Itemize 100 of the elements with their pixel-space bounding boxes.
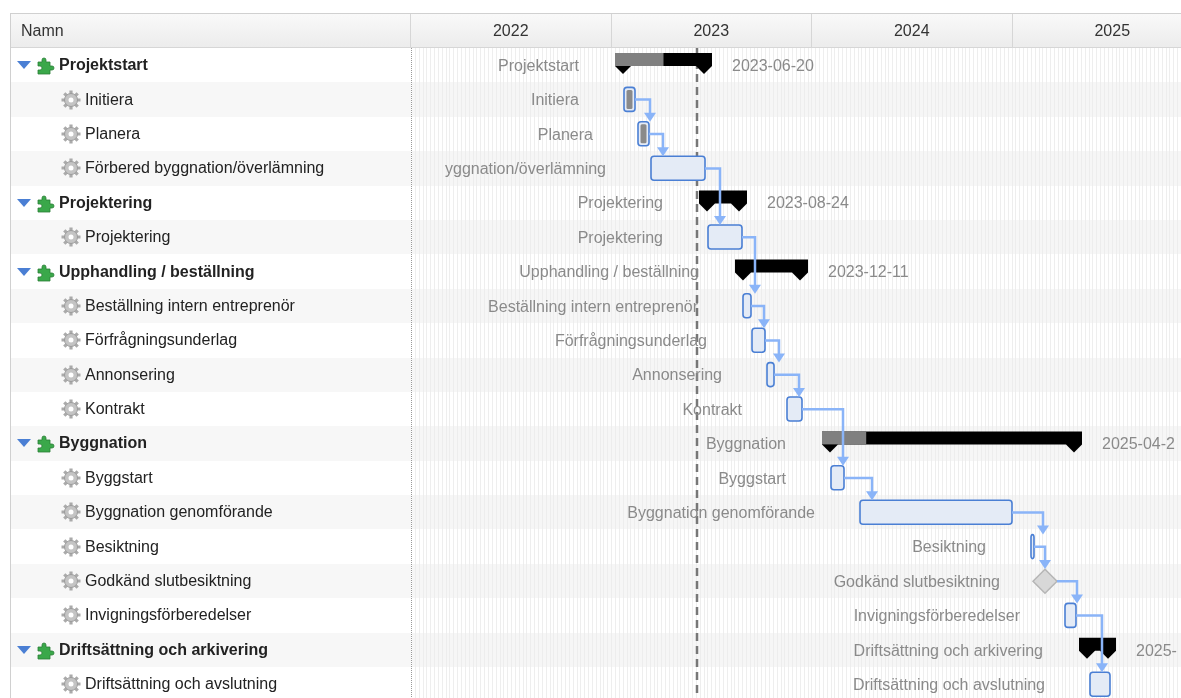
- task-bar[interactable]: [1064, 602, 1077, 629]
- dependency-arrow: [1076, 614, 1108, 673]
- task-name: Driftsättning och avslutning: [85, 675, 278, 694]
- bar-label: Besiktning: [912, 538, 986, 556]
- date-label: 2023-08-24: [767, 194, 849, 212]
- bar-label: Planera: [537, 125, 593, 143]
- task-name: Förfrågningsunderlag: [85, 331, 238, 350]
- dependency-arrow: [802, 407, 849, 466]
- bar-label: Beställning intern entreprenör: [488, 297, 698, 315]
- task-bar[interactable]: [859, 499, 1013, 525]
- date-label: 2023-06-20: [732, 56, 814, 74]
- dependency-arrow: [765, 339, 785, 363]
- group-name: Byggnation: [59, 434, 147, 453]
- puzzle-icon: [35, 192, 55, 213]
- task-bar[interactable]: [637, 121, 650, 147]
- dependency-arrow: [1057, 579, 1083, 604]
- bar-label: Byggnation genomförande: [627, 503, 815, 521]
- bar-label: Projektering: [577, 194, 663, 212]
- expand-icon[interactable]: [17, 197, 31, 208]
- year-header: 2025: [1094, 21, 1131, 40]
- dependency-arrow: [649, 132, 669, 157]
- summary-bar[interactable]: [699, 190, 747, 212]
- task-name: Invigningsförberedelser: [85, 606, 252, 625]
- bar-label: Driftsättning och arkivering: [853, 641, 1043, 659]
- group-name: Upphandling / beställning: [59, 262, 255, 281]
- bar-label: Initiera: [530, 91, 579, 109]
- group-name: Projektering: [59, 193, 153, 212]
- summary-bar[interactable]: [822, 431, 1082, 453]
- gear-icon: [61, 364, 81, 385]
- dependency-arrow: [1034, 545, 1051, 569]
- gear-icon: [61, 89, 81, 110]
- summary-bar[interactable]: [615, 53, 712, 74]
- gear-icon: [61, 330, 81, 351]
- gear-icon: [61, 605, 81, 626]
- task-name: Kontrakt: [85, 400, 145, 419]
- gear-icon: [61, 674, 81, 695]
- gear-icon: [61, 295, 81, 316]
- dependency-arrow: [705, 167, 726, 225]
- bar-label: Kontrakt: [682, 400, 742, 418]
- bar-label: Invigningsförberedelser: [853, 607, 1020, 625]
- group-name: Driftsättning och arkivering: [59, 640, 268, 659]
- task-bar[interactable]: [786, 396, 803, 422]
- task-bar[interactable]: [707, 224, 743, 250]
- bar-label: Projektering: [577, 228, 663, 246]
- expand-icon[interactable]: [17, 644, 31, 655]
- bar-label: Projektstart: [498, 56, 579, 74]
- bar-label: Byggstart: [718, 469, 786, 487]
- task-bar[interactable]: [830, 465, 845, 491]
- summary-bar[interactable]: [1079, 637, 1116, 659]
- gear-icon: [61, 571, 81, 592]
- milestone-diamond[interactable]: [1031, 568, 1059, 595]
- task-bar[interactable]: [1089, 671, 1111, 697]
- dependency-arrow: [774, 373, 805, 397]
- expand-icon[interactable]: [17, 60, 31, 71]
- date-label: 2025-04-2: [1102, 435, 1175, 453]
- task-name: Initiera: [85, 90, 134, 109]
- puzzle-icon: [35, 55, 55, 76]
- task-name: Projektering: [85, 228, 171, 247]
- year-header: 2022: [492, 21, 529, 40]
- summary-bar[interactable]: [735, 259, 808, 281]
- puzzle-icon: [35, 261, 55, 282]
- dependency-arrow: [635, 98, 656, 122]
- task-bar[interactable]: [1030, 533, 1035, 560]
- bar-label: Godkänd slutbesiktning: [833, 572, 1000, 590]
- dependency-arrow: [844, 476, 878, 501]
- column-header[interactable]: Namn: [21, 21, 64, 40]
- gear-icon: [61, 467, 81, 488]
- date-label: 2025-: [1136, 641, 1177, 659]
- year-header: 2023: [693, 21, 730, 40]
- puzzle-icon: [35, 639, 55, 660]
- task-bar[interactable]: [751, 327, 766, 353]
- task-name: Besiktning: [85, 537, 159, 556]
- dependency-arrow: [751, 304, 770, 329]
- task-name: Byggnation genomförande: [85, 503, 273, 522]
- date-label: 2023-12-11: [828, 263, 909, 281]
- task-name: Byggstart: [85, 468, 153, 487]
- gear-icon: [61, 227, 81, 248]
- gear-icon: [61, 123, 81, 144]
- gear-icon: [61, 399, 81, 420]
- bar-label: Förfrågningsunderlag: [554, 331, 707, 349]
- dependency-arrow: [742, 235, 761, 294]
- expand-icon[interactable]: [17, 438, 31, 449]
- bar-label: Byggnation: [705, 435, 786, 453]
- year-header: 2024: [893, 21, 930, 40]
- bar-label: Upphandling / beställning: [519, 263, 699, 281]
- bar-label: yggnation/överlämning: [445, 159, 606, 177]
- task-name: Beställning intern entreprenör: [85, 296, 295, 315]
- task-bar[interactable]: [623, 86, 636, 113]
- expand-icon[interactable]: [17, 266, 31, 277]
- group-name: Projektstart: [59, 56, 148, 75]
- gear-icon: [61, 536, 81, 557]
- dependency-arrow: [1012, 511, 1049, 535]
- task-name: Planera: [85, 124, 141, 143]
- task-name: Förbered byggnation/överlämning: [85, 159, 325, 178]
- task-name: Annonsering: [85, 365, 175, 384]
- task-bar[interactable]: [742, 293, 752, 319]
- task-bar[interactable]: [650, 155, 706, 181]
- task-bar[interactable]: [766, 361, 775, 388]
- task-name: Godkänd slutbesiktning: [85, 572, 252, 591]
- bar-label: Driftsättning och avslutning: [852, 675, 1045, 693]
